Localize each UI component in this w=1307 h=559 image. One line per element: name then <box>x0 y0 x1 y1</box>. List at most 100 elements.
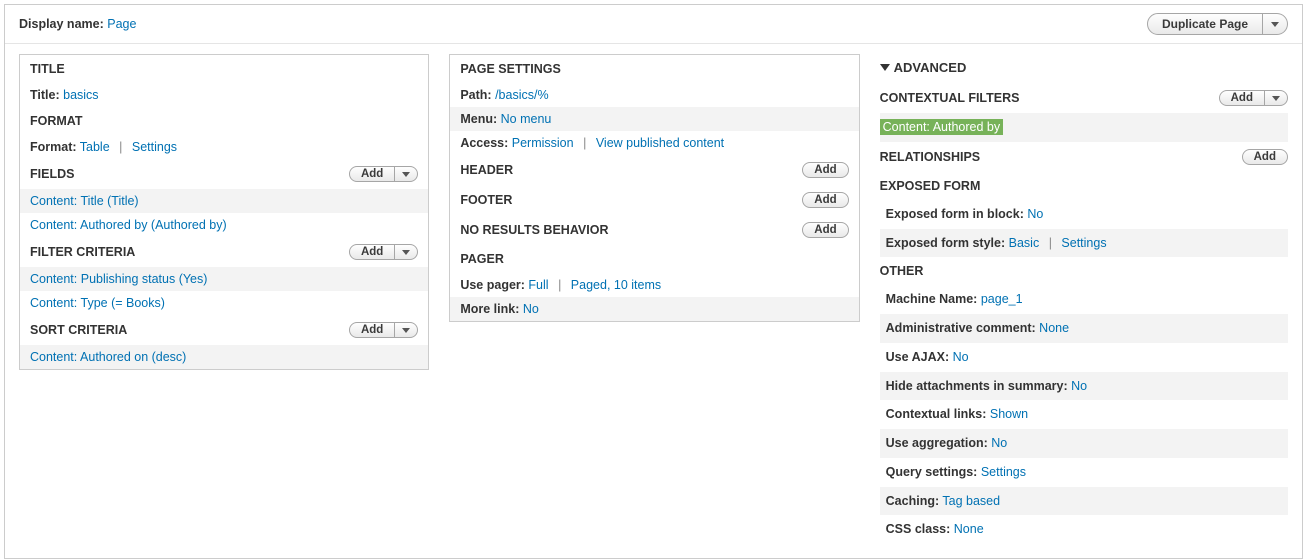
access-value[interactable]: Permission <box>512 136 574 150</box>
other-label: Hide attachments in summary: <box>886 379 1068 393</box>
relationships-text: RELATIONSHIPS <box>880 150 980 164</box>
duplicate-page-button[interactable]: Duplicate Page <box>1147 13 1263 35</box>
contextual-filter-item[interactable]: Content: Authored by <box>880 119 1003 135</box>
contextual-add-button[interactable]: Add <box>1219 90 1265 106</box>
field-item[interactable]: Content: Title (Title) <box>30 194 139 208</box>
relationships-heading: RELATIONSHIPS Add <box>880 142 1288 172</box>
footer-heading-text: FOOTER <box>460 193 512 207</box>
filter-heading-text: FILTER CRITERIA <box>30 245 135 259</box>
fields-heading: FIELDS Add <box>20 159 428 189</box>
contextual-add-dropdown[interactable] <box>1265 90 1288 106</box>
footer-heading: FOOTER Add <box>450 185 858 215</box>
contextual-filters-heading: CONTEXTUAL FILTERS Add <box>880 83 1288 113</box>
other-value[interactable]: Settings <box>981 465 1026 479</box>
separator: | <box>119 140 122 154</box>
title-value[interactable]: basics <box>63 88 98 102</box>
other-label: Administrative comment: <box>886 321 1036 335</box>
other-value[interactable]: None <box>1039 321 1069 335</box>
filter-item[interactable]: Content: Type (= Books) <box>30 296 165 310</box>
use-pager-label: Use pager: <box>460 278 525 292</box>
path-value[interactable]: /basics/% <box>495 88 549 102</box>
other-label: Query settings: <box>886 465 978 479</box>
title-label: Title: <box>30 88 60 102</box>
chevron-down-icon <box>402 172 410 177</box>
advanced-toggle[interactable]: ADVANCED <box>880 54 1288 83</box>
use-pager-value[interactable]: Full <box>528 278 548 292</box>
fields-add-dropdown[interactable] <box>395 166 418 182</box>
format-value[interactable]: Table <box>80 140 110 154</box>
noresults-add-button[interactable]: Add <box>802 222 848 238</box>
path-label: Path: <box>460 88 491 102</box>
sort-heading: SORT CRITERIA Add <box>20 315 428 345</box>
access-label: Access: <box>460 136 508 150</box>
advanced-heading-text: ADVANCED <box>894 60 967 75</box>
chevron-down-icon <box>1272 96 1280 101</box>
header-heading-text: HEADER <box>460 163 513 177</box>
menu-label: Menu: <box>460 112 497 126</box>
noresults-heading: NO RESULTS BEHAVIOR Add <box>450 215 858 245</box>
duplicate-button-group: Duplicate Page <box>1147 13 1288 35</box>
chevron-down-icon <box>402 250 410 255</box>
sort-heading-text: SORT CRITERIA <box>30 323 127 337</box>
other-value[interactable]: None <box>954 522 984 536</box>
more-link-value[interactable]: No <box>523 302 539 316</box>
exposed-form-heading: EXPOSED FORM <box>880 172 1288 200</box>
format-heading: FORMAT <box>20 107 428 135</box>
column-right: ADVANCED CONTEXTUAL FILTERS Add Content:… <box>880 54 1288 544</box>
other-label: Use aggregation: <box>886 436 988 450</box>
fields-add-button[interactable]: Add <box>349 166 395 182</box>
caret-down-icon <box>880 64 890 71</box>
chevron-down-icon <box>1271 22 1279 27</box>
filter-add-button[interactable]: Add <box>349 244 395 260</box>
duplicate-page-dropdown[interactable] <box>1263 13 1288 35</box>
other-label: Use AJAX: <box>886 350 949 364</box>
exposed-style-label: Exposed form style: <box>886 236 1005 250</box>
display-name-label: Display name: <box>19 17 104 31</box>
filter-item[interactable]: Content: Publishing status (Yes) <box>30 272 207 286</box>
other-label: Caching: <box>886 494 939 508</box>
access-desc[interactable]: View published content <box>596 136 724 150</box>
other-label: Contextual links: <box>886 407 987 421</box>
filter-add-dropdown[interactable] <box>395 244 418 260</box>
exposed-block-label: Exposed form in block: <box>886 207 1024 221</box>
pager-heading: PAGER <box>450 245 858 273</box>
menu-value[interactable]: No menu <box>501 112 552 126</box>
column-left: TITLE Title: basics FORMAT Format: Table… <box>19 54 429 370</box>
exposed-style-settings[interactable]: Settings <box>1061 236 1106 250</box>
top-bar: Display name: Page Duplicate Page <box>5 5 1302 44</box>
more-link-label: More link: <box>460 302 519 316</box>
footer-add-button[interactable]: Add <box>802 192 848 208</box>
separator: | <box>583 136 586 150</box>
display-name-value[interactable]: Page <box>107 17 136 31</box>
format-settings-link[interactable]: Settings <box>132 140 177 154</box>
title-heading: TITLE <box>20 55 428 83</box>
contextual-filters-text: CONTEXTUAL FILTERS <box>880 91 1020 105</box>
separator: | <box>558 278 561 292</box>
fields-heading-text: FIELDS <box>30 167 74 181</box>
chevron-down-icon <box>402 328 410 333</box>
other-value[interactable]: Tag based <box>942 494 1000 508</box>
header-add-button[interactable]: Add <box>802 162 848 178</box>
exposed-block-value[interactable]: No <box>1027 207 1043 221</box>
other-value[interactable]: Shown <box>990 407 1028 421</box>
column-middle: PAGE SETTINGS Path: /basics/% Menu: No m… <box>449 54 859 322</box>
other-label: CSS class: <box>886 522 951 536</box>
other-value[interactable]: No <box>1071 379 1087 393</box>
noresults-heading-text: NO RESULTS BEHAVIOR <box>460 223 608 237</box>
sort-add-dropdown[interactable] <box>395 322 418 338</box>
sort-add-button[interactable]: Add <box>349 322 395 338</box>
other-value[interactable]: No <box>991 436 1007 450</box>
exposed-style-value[interactable]: Basic <box>1009 236 1040 250</box>
other-value[interactable]: No <box>953 350 969 364</box>
relationships-add-button[interactable]: Add <box>1242 149 1288 165</box>
use-pager-desc[interactable]: Paged, 10 items <box>571 278 661 292</box>
format-label: Format: <box>30 140 77 154</box>
page-settings-heading: PAGE SETTINGS <box>450 55 858 83</box>
header-heading: HEADER Add <box>450 155 858 185</box>
other-value[interactable]: page_1 <box>981 292 1023 306</box>
other-label: Machine Name: <box>886 292 978 306</box>
other-heading: OTHER <box>880 257 1288 285</box>
filter-heading: FILTER CRITERIA Add <box>20 237 428 267</box>
sort-item[interactable]: Content: Authored on (desc) <box>30 350 186 364</box>
field-item[interactable]: Content: Authored by (Authored by) <box>30 218 227 232</box>
